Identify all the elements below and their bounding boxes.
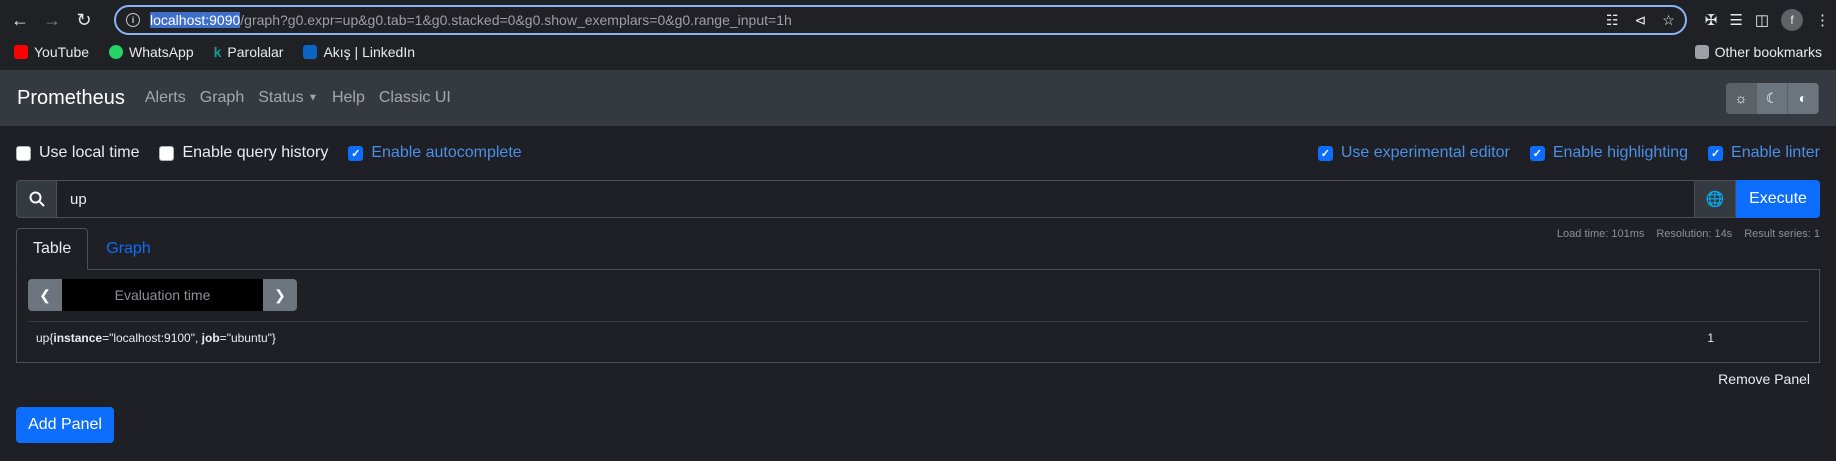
tab-graph[interactable]: Graph bbox=[90, 228, 166, 270]
execute-button[interactable]: Execute bbox=[1736, 180, 1820, 218]
linkedin-icon bbox=[303, 45, 318, 59]
folder-icon bbox=[1694, 45, 1709, 59]
metrics-explorer-icon[interactable]: 🌐 bbox=[1695, 180, 1736, 218]
search-icon bbox=[16, 180, 57, 218]
reload-icon[interactable]: ↻ bbox=[70, 6, 98, 34]
checkbox-checked[interactable]: ✓ bbox=[1708, 145, 1724, 161]
main-content: Use local time Enable query history ✓ En… bbox=[0, 126, 1836, 461]
brand[interactable]: Prometheus bbox=[17, 87, 125, 110]
query-bar: up 🌐 Execute bbox=[16, 180, 1820, 218]
bookmark-youtube[interactable]: YouTube bbox=[14, 44, 89, 60]
checkbox-checked[interactable]: ✓ bbox=[1317, 145, 1333, 161]
option-highlighting[interactable]: ✓ Enable highlighting bbox=[1529, 144, 1688, 162]
bookmark-parolalar[interactable]: k Parolalar bbox=[214, 44, 284, 60]
address-bar[interactable]: i localhost:9090/graph?g0.expr=up&g0.tab… bbox=[114, 5, 1687, 35]
nav-help[interactable]: Help bbox=[332, 89, 365, 107]
whatsapp-icon bbox=[109, 45, 124, 59]
translate-icon[interactable]: ☷ bbox=[1606, 12, 1619, 29]
extensions-icon[interactable]: ✠ bbox=[1705, 11, 1718, 29]
share-icon[interactable]: ⊲ bbox=[1634, 12, 1646, 29]
nav-classic-ui[interactable]: Classic UI bbox=[379, 89, 451, 107]
table-row: up{instance="localhost:9100", job="ubunt… bbox=[28, 321, 1808, 353]
avatar[interactable]: f bbox=[1781, 9, 1803, 31]
query-stats: Load time: 101ms Resolution: 14s Result … bbox=[1556, 228, 1820, 240]
contrast-icon[interactable]: ◐ bbox=[1788, 82, 1819, 114]
forward-icon[interactable]: → bbox=[38, 6, 66, 34]
info-icon[interactable]: i bbox=[126, 13, 140, 27]
series-label: up{instance="localhost:9100", job="ubunt… bbox=[36, 330, 276, 345]
add-panel-button[interactable]: Add Panel bbox=[16, 407, 114, 443]
theme-toggle: ☼ ☾ ◐ bbox=[1726, 82, 1819, 114]
table-panel: ❮ Evaluation time ❯ up{instance="localho… bbox=[16, 269, 1820, 363]
option-autocomplete[interactable]: ✓ Enable autocomplete bbox=[348, 144, 522, 162]
bookmark-linkedin[interactable]: Akış | LinkedIn bbox=[303, 44, 415, 60]
option-use-local-time[interactable]: Use local time bbox=[16, 144, 139, 162]
moon-icon[interactable]: ☾ bbox=[1757, 82, 1788, 114]
evaluation-time-control: ❮ Evaluation time ❯ bbox=[28, 279, 297, 311]
browser-toolbar: ← → ↻ i localhost:9090/graph?g0.expr=up&… bbox=[0, 0, 1836, 40]
option-experimental-editor[interactable]: ✓ Use experimental editor bbox=[1317, 144, 1510, 162]
tabs: Table Graph Load time: 101ms Resolution:… bbox=[16, 228, 1820, 270]
option-linter[interactable]: ✓ Enable linter bbox=[1708, 144, 1820, 162]
star-icon[interactable]: ☆ bbox=[1662, 12, 1675, 29]
nav-graph[interactable]: Graph bbox=[200, 89, 244, 107]
options-row: Use local time Enable query history ✓ En… bbox=[16, 126, 1820, 180]
back-icon[interactable]: ← bbox=[6, 6, 34, 34]
option-query-history[interactable]: Enable query history bbox=[159, 144, 328, 162]
other-bookmarks[interactable]: Other bookmarks bbox=[1694, 44, 1822, 60]
menu-icon[interactable]: ⋮ bbox=[1815, 11, 1830, 29]
sidepanel-icon[interactable]: ◫ bbox=[1755, 11, 1769, 29]
evaluation-time-input[interactable]: Evaluation time bbox=[62, 279, 263, 311]
checkbox-checked[interactable]: ✓ bbox=[1529, 145, 1545, 161]
nav-alerts[interactable]: Alerts bbox=[145, 89, 186, 107]
caret-down-icon: ▼ bbox=[308, 92, 318, 104]
sun-icon[interactable]: ☼ bbox=[1726, 82, 1757, 114]
youtube-icon bbox=[14, 45, 28, 59]
bookmark-whatsapp[interactable]: WhatsApp bbox=[109, 44, 194, 60]
prometheus-navbar: Prometheus Alerts Graph Status ▼ Help Cl… bbox=[0, 70, 1836, 126]
series-value: 1 bbox=[1707, 330, 1714, 345]
url-text[interactable]: localhost:9090/graph?g0.expr=up&g0.tab=1… bbox=[150, 12, 792, 28]
checkbox[interactable] bbox=[16, 145, 31, 161]
checkbox-checked[interactable]: ✓ bbox=[348, 145, 364, 161]
remove-panel-link[interactable]: Remove Panel bbox=[16, 371, 1820, 387]
chevron-right-icon[interactable]: ❯ bbox=[263, 279, 297, 311]
checkbox[interactable] bbox=[159, 145, 175, 161]
nav-status[interactable]: Status ▼ bbox=[258, 89, 318, 107]
media-icon[interactable]: ☰ bbox=[1729, 11, 1742, 29]
tab-table[interactable]: Table bbox=[16, 228, 89, 270]
expression-input[interactable]: up bbox=[57, 180, 1695, 218]
chevron-left-icon[interactable]: ❮ bbox=[28, 279, 62, 311]
bookmarks-bar: YouTube WhatsApp k Parolalar Akış | Linke… bbox=[0, 40, 1836, 64]
k-icon: k bbox=[213, 44, 222, 60]
